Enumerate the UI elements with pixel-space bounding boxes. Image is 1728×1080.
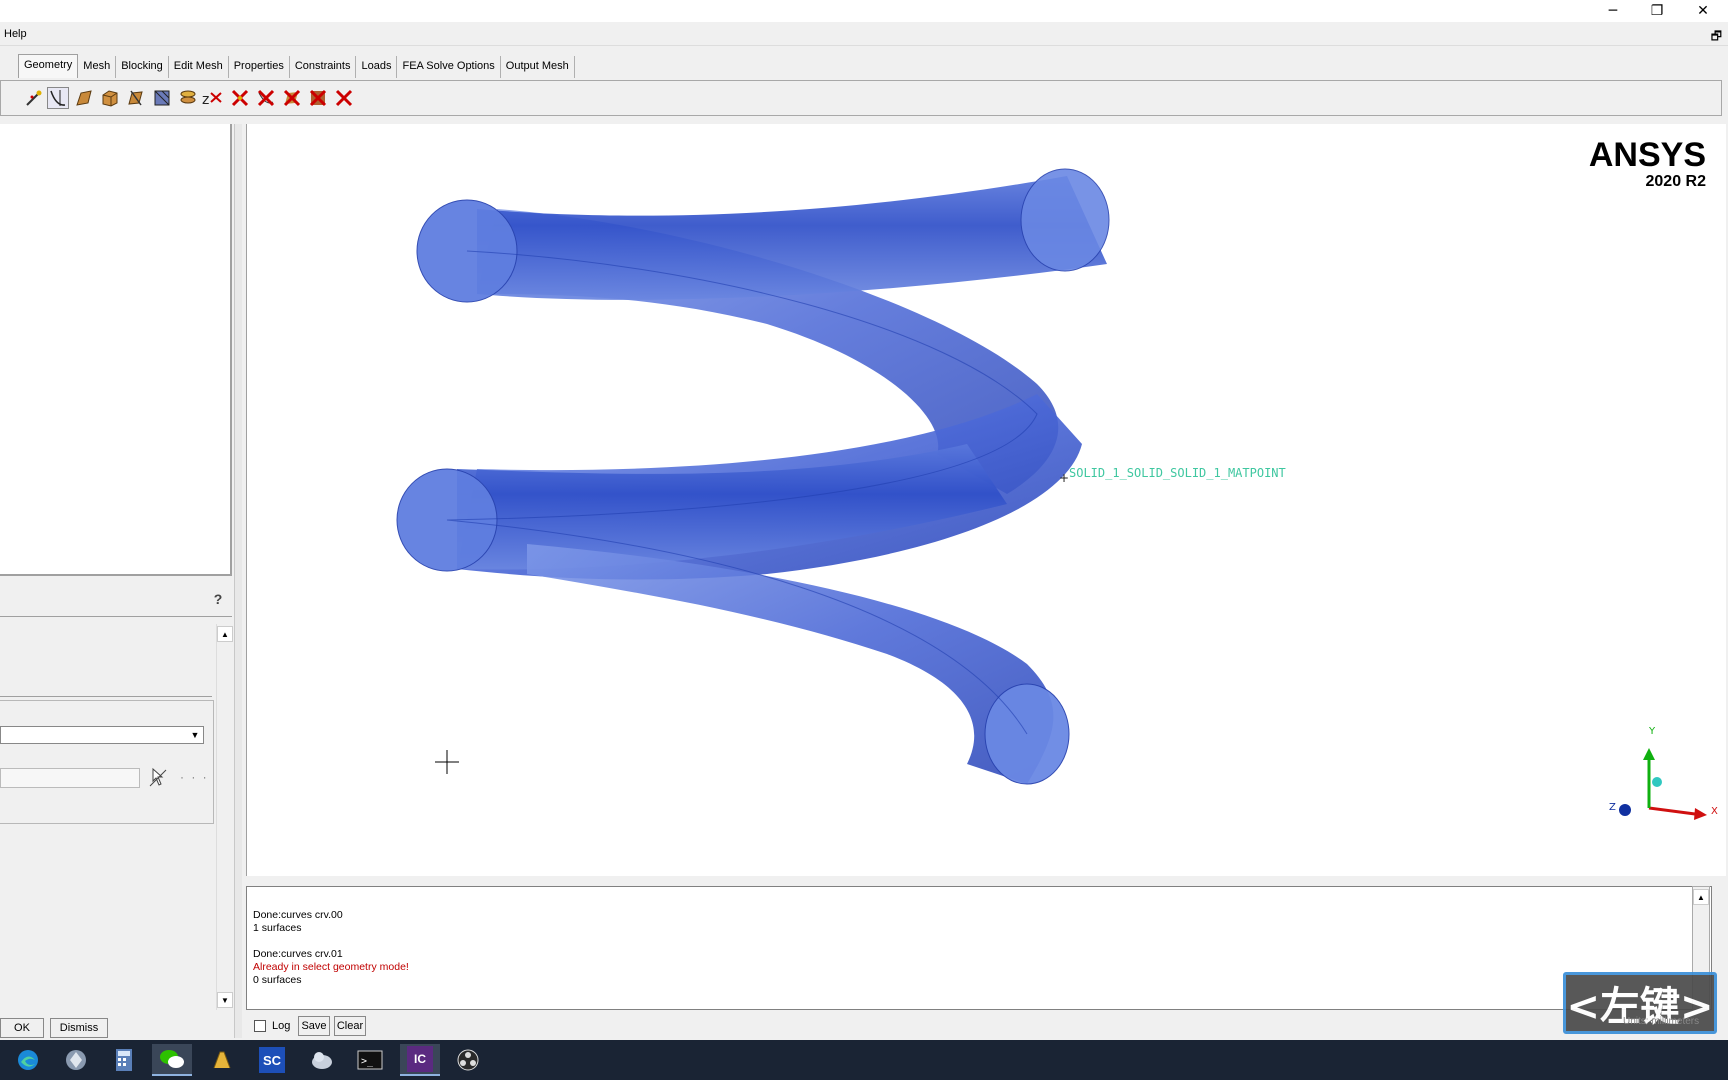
tab-loads[interactable]: Loads xyxy=(356,56,398,78)
dismiss-button[interactable]: Dismiss xyxy=(50,1018,108,1038)
coil-segment xyxy=(527,544,1054,784)
menu-help[interactable]: Help xyxy=(4,28,27,40)
tab-mesh[interactable]: Mesh xyxy=(78,56,117,78)
repair-geometry-icon[interactable] xyxy=(125,87,147,109)
svg-text:z: z xyxy=(202,92,209,108)
tab-output-mesh[interactable]: Output Mesh xyxy=(501,56,575,78)
message-console: Done:curves crv.00 1 surfaces Done:curve… xyxy=(246,886,1712,1010)
delete-point-icon[interactable] xyxy=(229,87,251,109)
divider xyxy=(0,616,232,617)
axis-z-label: Z xyxy=(1609,802,1616,813)
delete-surface-icon[interactable] xyxy=(281,87,303,109)
calculator-icon[interactable] xyxy=(104,1044,144,1076)
obs-icon[interactable] xyxy=(448,1044,488,1076)
save-button[interactable]: Save xyxy=(298,1016,330,1036)
console-line: 0 surfaces xyxy=(253,974,302,986)
icem-cfd-icon[interactable]: IC xyxy=(400,1044,440,1076)
options-group xyxy=(0,700,214,824)
delete-curve-icon[interactable] xyxy=(255,87,277,109)
divider xyxy=(0,696,212,697)
transform-icon[interactable] xyxy=(177,87,199,109)
tab-properties[interactable]: Properties xyxy=(229,56,290,78)
scroll-down-icon[interactable]: ▼ xyxy=(217,992,233,1008)
tab-constraints[interactable]: Constraints xyxy=(290,56,357,78)
delete-any-entity-icon[interactable] xyxy=(333,87,355,109)
graphics-viewport[interactable]: ANSYS 2020 R2 + Y X Z SOLID_1_SOLID_SOLI… xyxy=(246,124,1726,876)
matpoint-label: SOLID_1_SOLID_SOLID_1_MATPOINT xyxy=(1069,466,1286,480)
menu-bar: Help 🗗 xyxy=(0,24,1728,46)
select-entity-icon[interactable] xyxy=(148,766,168,788)
panel-splitter[interactable] xyxy=(234,124,242,1038)
model-tree-panel xyxy=(0,124,232,576)
svg-text:>_: >_ xyxy=(361,1056,374,1067)
minimize-button[interactable]: ─ xyxy=(1590,0,1636,22)
help-icon[interactable]: ? xyxy=(210,591,226,609)
entity-select-field[interactable] xyxy=(0,768,140,788)
delete-body-icon[interactable] xyxy=(307,87,329,109)
edge-icon[interactable] xyxy=(8,1044,48,1076)
scroll-up-icon[interactable]: ▲ xyxy=(217,626,233,642)
cloud-app-icon[interactable] xyxy=(302,1044,342,1076)
restore-dormant-icon[interactable]: z xyxy=(201,87,223,109)
console-line: 1 surfaces xyxy=(253,922,302,934)
console-line: Done:curves crv.00 xyxy=(253,909,343,921)
spring-model[interactable]: + Y X Z xyxy=(247,124,1727,876)
wechat-icon[interactable] xyxy=(152,1044,192,1076)
create-point-icon[interactable] xyxy=(23,87,45,109)
tab-geometry[interactable]: Geometry xyxy=(18,54,79,78)
ok-button[interactable]: OK xyxy=(0,1018,44,1038)
axis-triad: Y X Z xyxy=(1609,726,1718,820)
tab-fea-solve-options[interactable]: FEA Solve Options xyxy=(397,56,501,78)
tab-bar: Geometry Mesh Blocking Edit Mesh Propert… xyxy=(18,54,575,80)
taskbar: SC >_ IC xyxy=(0,1040,1728,1080)
coil-end-cap xyxy=(1020,168,1110,272)
tab-edit-mesh[interactable]: Edit Mesh xyxy=(169,56,229,78)
console-warning-line: Already in select geometry mode! xyxy=(253,961,409,973)
part-select-dropdown[interactable]: ▼ xyxy=(0,726,204,744)
geometry-faceted-icon[interactable] xyxy=(151,87,173,109)
folder-app-icon[interactable] xyxy=(202,1044,242,1076)
window-titlebar: ─ ❐ ✕ xyxy=(0,0,1728,22)
console-line: Done:curves crv.01 xyxy=(253,948,343,960)
terminal-icon[interactable]: >_ xyxy=(350,1044,390,1076)
spaceclaim-icon[interactable]: SC xyxy=(252,1044,292,1076)
panel-scrollbar[interactable]: ▲ ▼ xyxy=(216,624,233,1010)
tab-blocking[interactable]: Blocking xyxy=(116,56,169,78)
create-surface-icon[interactable] xyxy=(73,87,95,109)
restore-button[interactable]: ❐ xyxy=(1634,0,1680,22)
log-label: Log xyxy=(272,1020,291,1032)
clear-button[interactable]: Clear xyxy=(334,1016,366,1036)
spaceclaim-text: SC xyxy=(259,1047,285,1073)
geometry-toolbar: z xyxy=(0,80,1722,116)
axis-y-label: Y xyxy=(1648,726,1656,737)
axis-x-label: X xyxy=(1711,806,1718,817)
chevron-down-icon[interactable]: ▼ xyxy=(187,727,203,743)
scroll-up-icon[interactable]: ▲ xyxy=(1693,889,1709,905)
coil-segment xyxy=(477,176,1107,300)
icem-text: IC xyxy=(407,1046,433,1072)
matpoint-marker: + xyxy=(1059,471,1069,485)
more-options-button[interactable]: · · · xyxy=(180,770,209,784)
log-checkbox[interactable] xyxy=(254,1020,266,1032)
create-curve-icon[interactable] xyxy=(47,87,69,109)
create-body-icon[interactable] xyxy=(99,87,121,109)
units-label: Units: millimeters xyxy=(1623,1016,1700,1027)
close-button[interactable]: ✕ xyxy=(1680,0,1726,22)
browser-icon[interactable] xyxy=(56,1044,96,1076)
restore-panel-icon[interactable]: 🗗 xyxy=(1711,27,1722,48)
